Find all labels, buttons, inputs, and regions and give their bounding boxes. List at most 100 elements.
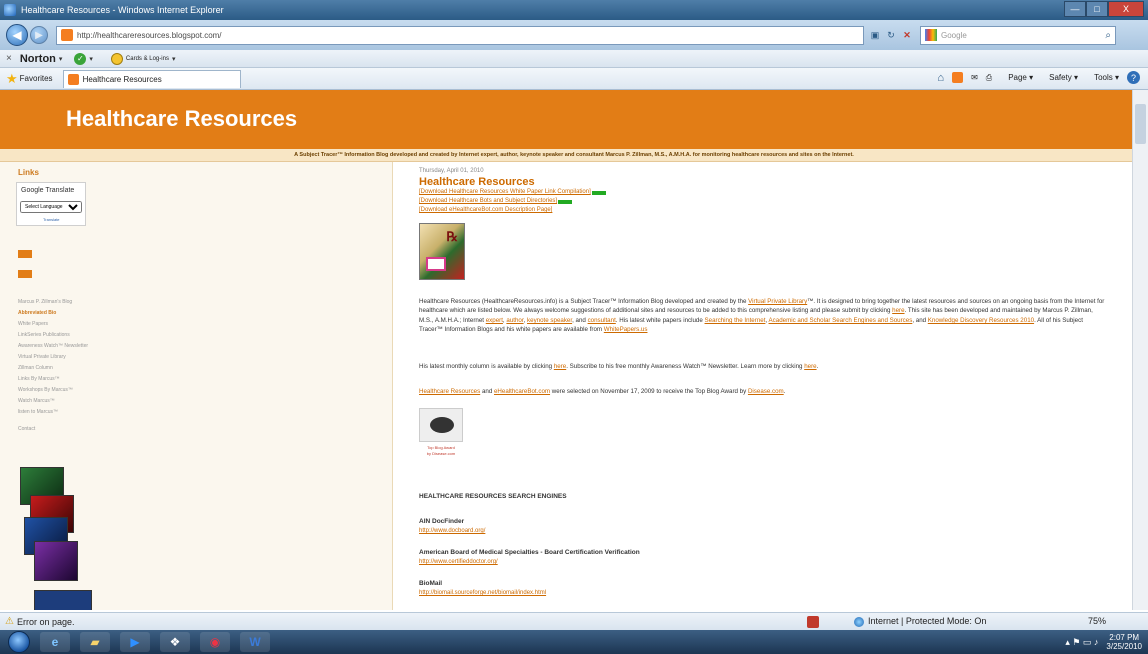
favorites-button[interactable]: Favorites	[20, 74, 53, 83]
sidebar-link[interactable]: Marcus P. Zillman's Blog	[18, 297, 88, 308]
start-button[interactable]	[8, 631, 30, 653]
check-icon[interactable]: ✓	[74, 52, 87, 65]
keynote-link[interactable]: keynote speaker	[527, 317, 572, 324]
app-taskbar-icon[interactable]: ❖	[160, 632, 190, 652]
favorites-star-icon[interactable]: ★	[6, 71, 18, 87]
search-icon[interactable]: ⌕	[1105, 30, 1111, 41]
resource-link[interactable]: http://biomail.sourceforge.net/biomail/i…	[419, 590, 546, 596]
sidebar-link[interactable]: Workshops By Marcus™	[18, 385, 88, 396]
download-link[interactable]: [Download Healthcare Resources White Pap…	[419, 188, 1129, 197]
download-link[interactable]: [Download eHealthcareBot.com Description…	[419, 206, 1129, 215]
download-link[interactable]: [Download Healthcare Bots and Subject Di…	[419, 197, 1129, 206]
top-blog-award-image[interactable]	[419, 408, 463, 442]
compatibility-view-icon[interactable]: ▣	[868, 28, 882, 42]
cards-logins-button[interactable]: Cards & Log-ins	[126, 56, 169, 62]
post-date: Thursday, April 01, 2010	[419, 168, 484, 174]
minimize-button[interactable]: —	[1064, 1, 1086, 17]
section-heading: HEALTHCARE RESOURCES SEARCH ENGINES	[419, 493, 567, 500]
safety-menu[interactable]: Safety ▾	[1041, 73, 1078, 82]
whitepapers-link[interactable]: WhitePapers.us	[604, 326, 648, 333]
internet-explorer-taskbar-icon[interactable]: e	[40, 632, 70, 652]
awareness-watch-image[interactable]	[34, 590, 92, 610]
error-status[interactable]: Error on page.	[17, 617, 75, 627]
chevron-down-icon[interactable]: ▾	[172, 55, 176, 63]
back-button[interactable]: ◀	[6, 24, 28, 46]
column-here-link[interactable]: here	[554, 363, 566, 370]
norton-close-button[interactable]: ×	[6, 53, 12, 64]
contact-link[interactable]: Contact	[18, 426, 35, 432]
sidebar-link[interactable]: listen to Marcus™	[18, 407, 88, 418]
learn-more-link[interactable]: here	[804, 363, 816, 370]
atom-badge-icon[interactable]	[18, 270, 32, 278]
tray-icons[interactable]: ▴ ⚑ ▭ ♪	[1065, 637, 1098, 648]
resource-link[interactable]: http://www.certifieddoctor.org/	[419, 559, 498, 565]
norton-brand[interactable]: Norton	[20, 53, 56, 65]
folder-taskbar-icon[interactable]: ▰	[80, 632, 110, 652]
rss-badge-icon[interactable]	[18, 250, 32, 258]
sidebar-link[interactable]: White Papers	[18, 319, 88, 330]
blogger-favicon-icon	[67, 73, 79, 85]
author-link[interactable]: author	[506, 317, 523, 324]
warning-icon[interactable]: ⚠	[5, 616, 14, 627]
blogger-favicon-icon	[61, 29, 73, 41]
academic-link[interactable]: Academic and Scholar Search Engines and …	[769, 317, 913, 324]
disease-com-link[interactable]: Disease.com	[748, 388, 784, 395]
book-covers-image[interactable]	[20, 467, 88, 583]
internet-explorer-icon	[4, 4, 16, 16]
maximize-button[interactable]: □	[1086, 1, 1108, 17]
blog-title[interactable]: Healthcare Resources	[66, 106, 297, 132]
vpl-link[interactable]: Virtual Private Library	[748, 298, 807, 305]
healthcare-resources-link[interactable]: Healthcare Resources	[419, 388, 480, 395]
refresh-icon[interactable]: ↻	[884, 28, 898, 42]
address-bar[interactable]: http://healthcareresources.blogspot.com/	[56, 25, 864, 45]
chevron-down-icon[interactable]: ▾	[89, 55, 93, 63]
close-button[interactable]: X	[1108, 1, 1144, 17]
rss-feed-icon[interactable]	[952, 72, 964, 83]
google-icon	[925, 29, 937, 41]
searching-link[interactable]: Searching the Internet	[705, 317, 766, 324]
consultant-link[interactable]: consultant	[588, 317, 616, 324]
stop-icon[interactable]: ✕	[900, 28, 914, 42]
sidebar-link[interactable]: LinkSeries Publications	[18, 330, 88, 341]
mail-icon[interactable]: ✉	[971, 73, 978, 82]
ehealthcarebot-link[interactable]: eHealthcareBot.com	[494, 388, 550, 395]
word-taskbar-icon[interactable]: W	[240, 632, 270, 652]
chevron-down-icon[interactable]: ▾	[59, 55, 63, 63]
clock[interactable]: 2:07 PM 3/25/2010	[1106, 633, 1142, 651]
address-url[interactable]: http://healthcareresources.blogspot.com/	[77, 31, 222, 40]
resource-link[interactable]: http://www.docboard.org/	[419, 528, 485, 534]
tools-menu[interactable]: Tools ▾	[1086, 73, 1119, 82]
home-icon[interactable]: ⌂	[937, 72, 944, 84]
translate-powered-link[interactable]: Translate	[43, 217, 60, 222]
forward-button[interactable]: ▶	[30, 26, 48, 44]
sidebar-link[interactable]: Zillman Column	[18, 363, 88, 374]
sidebar-link[interactable]: Abbreviated Bio	[18, 308, 88, 319]
knowledge-discovery-link[interactable]: Knowledge Discovery Resources 2010	[928, 317, 1034, 324]
print-icon[interactable]: ⎙	[986, 73, 992, 83]
search-input[interactable]: Google	[941, 31, 1105, 40]
tab-healthcare-resources[interactable]: Healthcare Resources	[62, 69, 241, 88]
search-box[interactable]: Google ⌕	[920, 25, 1116, 45]
page-scrollbar[interactable]	[1132, 90, 1148, 610]
monitor-icon	[426, 257, 446, 271]
submit-here-link[interactable]: here	[892, 307, 904, 314]
post-title[interactable]: Healthcare Resources	[419, 176, 1129, 188]
scrollbar-thumb[interactable]	[1135, 104, 1146, 144]
sidebar-links: Marcus P. Zillman's Blog Abbreviated Bio…	[18, 297, 88, 418]
help-icon[interactable]: ?	[1127, 71, 1140, 84]
media-player-taskbar-icon[interactable]: ▶	[120, 632, 150, 652]
language-select[interactable]: Select Language	[20, 201, 82, 213]
window-controls: — □ X	[1064, 1, 1144, 17]
popup-blocker-icon[interactable]	[807, 616, 819, 628]
page-menu[interactable]: Page ▾	[1000, 73, 1033, 82]
sidebar-link[interactable]: Links By Marcus™	[18, 374, 88, 385]
app-taskbar-icon[interactable]: ◉	[200, 632, 230, 652]
sidebar-link[interactable]: Virtual Private Library	[18, 352, 88, 363]
award-caption: Top Blog Award	[427, 445, 455, 450]
sidebar-link[interactable]: Awareness Watch™ Newsletter	[18, 341, 88, 352]
sidebar-link[interactable]: Watch Marcus™	[18, 396, 88, 407]
zoom-level[interactable]: 75%	[1088, 616, 1106, 626]
security-zone[interactable]: Internet | Protected Mode: On	[868, 616, 986, 626]
window-title: Healthcare Resources - Windows Internet …	[21, 5, 224, 15]
expert-link[interactable]: expert	[486, 317, 503, 324]
